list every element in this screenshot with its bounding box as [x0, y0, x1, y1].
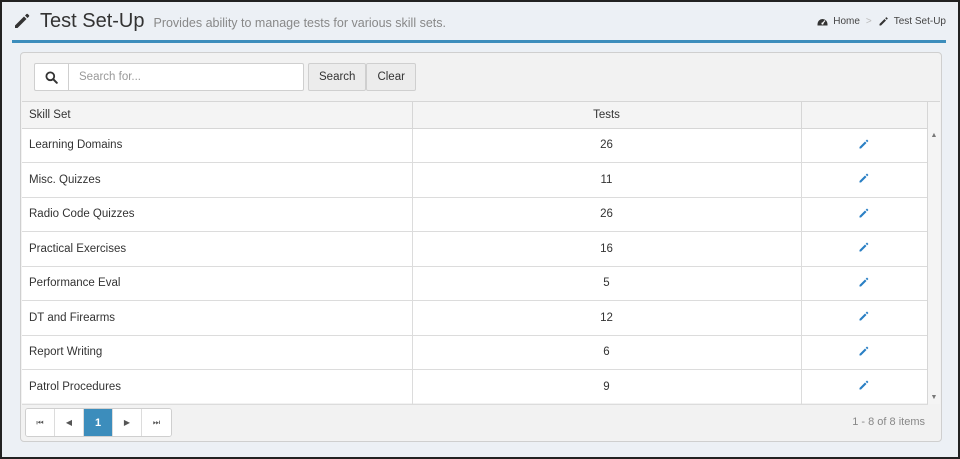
edit-cell	[801, 162, 928, 198]
skill-set-cell: Learning Domains	[22, 128, 413, 163]
scroll-up-arrow-icon[interactable]: ▲	[928, 130, 940, 140]
column-header-tests[interactable]: Tests	[412, 102, 802, 129]
skill-set-cell: Radio Code Quizzes	[22, 197, 413, 232]
edit-cell	[801, 231, 928, 267]
edit-cell	[801, 369, 928, 405]
vertical-scrollbar[interactable]: ▲ ▼	[927, 102, 940, 404]
tests-count-cell: 26	[412, 197, 802, 232]
column-header-actions	[801, 102, 928, 129]
column-header-skill-set[interactable]: Skill Set	[22, 102, 413, 129]
skill-set-cell: Practical Exercises	[22, 231, 413, 267]
table-row[interactable]: Learning Domains 26	[22, 128, 928, 163]
grid-toolbar: Search Clear	[34, 63, 416, 91]
edit-cell	[801, 300, 928, 336]
edit-pencil-icon[interactable]	[858, 241, 870, 253]
table-row[interactable]: Practical Exercises 16	[22, 231, 928, 267]
app-frame: Test Set-Up Provides ability to manage t…	[0, 0, 960, 459]
breadcrumb-separator: >	[865, 15, 872, 27]
table-row[interactable]: Report Writing 6	[22, 335, 928, 370]
tests-count-cell: 26	[412, 128, 802, 163]
header-divider	[12, 40, 946, 43]
page-subtitle: Provides ability to manage tests for var…	[153, 16, 446, 30]
table-row[interactable]: Misc. Quizzes 11	[22, 162, 928, 198]
skill-set-cell: DT and Firearms	[22, 300, 413, 336]
table-row[interactable]: Performance Eval 5	[22, 266, 928, 301]
table-row[interactable]: Patrol Procedures 9	[22, 369, 928, 405]
skill-set-cell: Report Writing	[22, 335, 413, 370]
breadcrumb: Home > Test Set-Up	[817, 16, 946, 27]
scroll-down-arrow-icon[interactable]: ▼	[928, 392, 940, 402]
breadcrumb-home[interactable]: Home	[817, 16, 860, 27]
edit-pencil-icon[interactable]	[858, 138, 870, 150]
test-setup-grid-box: Search Clear Skill Set Tests	[20, 52, 942, 442]
edit-cell	[801, 266, 928, 301]
skill-set-table: Skill Set Tests Learning Domains 26 Misc…	[22, 102, 928, 405]
next-page-icon[interactable]: ▶	[113, 409, 142, 436]
skill-set-cell: Performance Eval	[22, 266, 413, 301]
page-header: Test Set-Up Provides ability to manage t…	[12, 8, 946, 34]
table-header-row: Skill Set Tests	[22, 102, 928, 129]
edit-pencil-icon[interactable]	[858, 172, 870, 184]
first-page-icon[interactable]: ⏮	[26, 409, 55, 436]
pager-info: 1 - 8 of 8 items	[852, 416, 925, 428]
tests-count-cell: 5	[412, 266, 802, 301]
pencil-icon	[878, 16, 889, 27]
edit-pencil-icon[interactable]	[858, 310, 870, 322]
previous-page-icon[interactable]: ◀	[55, 409, 84, 436]
skill-set-grid: Skill Set Tests Learning Domains 26 Misc…	[22, 101, 940, 405]
pencil-icon	[12, 11, 32, 31]
tests-count-cell: 6	[412, 335, 802, 370]
edit-pencil-icon[interactable]	[858, 379, 870, 391]
edit-pencil-icon[interactable]	[858, 276, 870, 288]
clear-button[interactable]: Clear	[366, 63, 416, 91]
table-row[interactable]: DT and Firearms 12	[22, 300, 928, 336]
tests-count-cell: 9	[412, 369, 802, 405]
last-page-icon[interactable]: ⏭	[142, 409, 171, 436]
edit-cell	[801, 128, 928, 163]
dashboard-icon	[817, 16, 828, 27]
breadcrumb-current-label: Test Set-Up	[893, 15, 946, 27]
tests-count-cell: 12	[412, 300, 802, 336]
search-box	[34, 63, 304, 91]
page-title: Test Set-Up	[40, 9, 145, 32]
search-icon	[35, 64, 69, 90]
search-button[interactable]: Search	[308, 63, 367, 91]
edit-pencil-icon[interactable]	[858, 345, 870, 357]
breadcrumb-current: Test Set-Up	[878, 16, 946, 27]
search-input[interactable]	[69, 64, 303, 90]
skill-set-cell: Patrol Procedures	[22, 369, 413, 405]
pagination: ⏮ ◀ 1 ▶ ⏭	[25, 408, 172, 437]
edit-cell	[801, 335, 928, 370]
table-row[interactable]: Radio Code Quizzes 26	[22, 197, 928, 232]
edit-cell	[801, 197, 928, 232]
skill-set-cell: Misc. Quizzes	[22, 162, 413, 198]
edit-pencil-icon[interactable]	[858, 207, 870, 219]
breadcrumb-home-label: Home	[833, 15, 860, 27]
page-number-button[interactable]: 1	[84, 409, 113, 436]
tests-count-cell: 16	[412, 231, 802, 267]
tests-count-cell: 11	[412, 162, 802, 198]
